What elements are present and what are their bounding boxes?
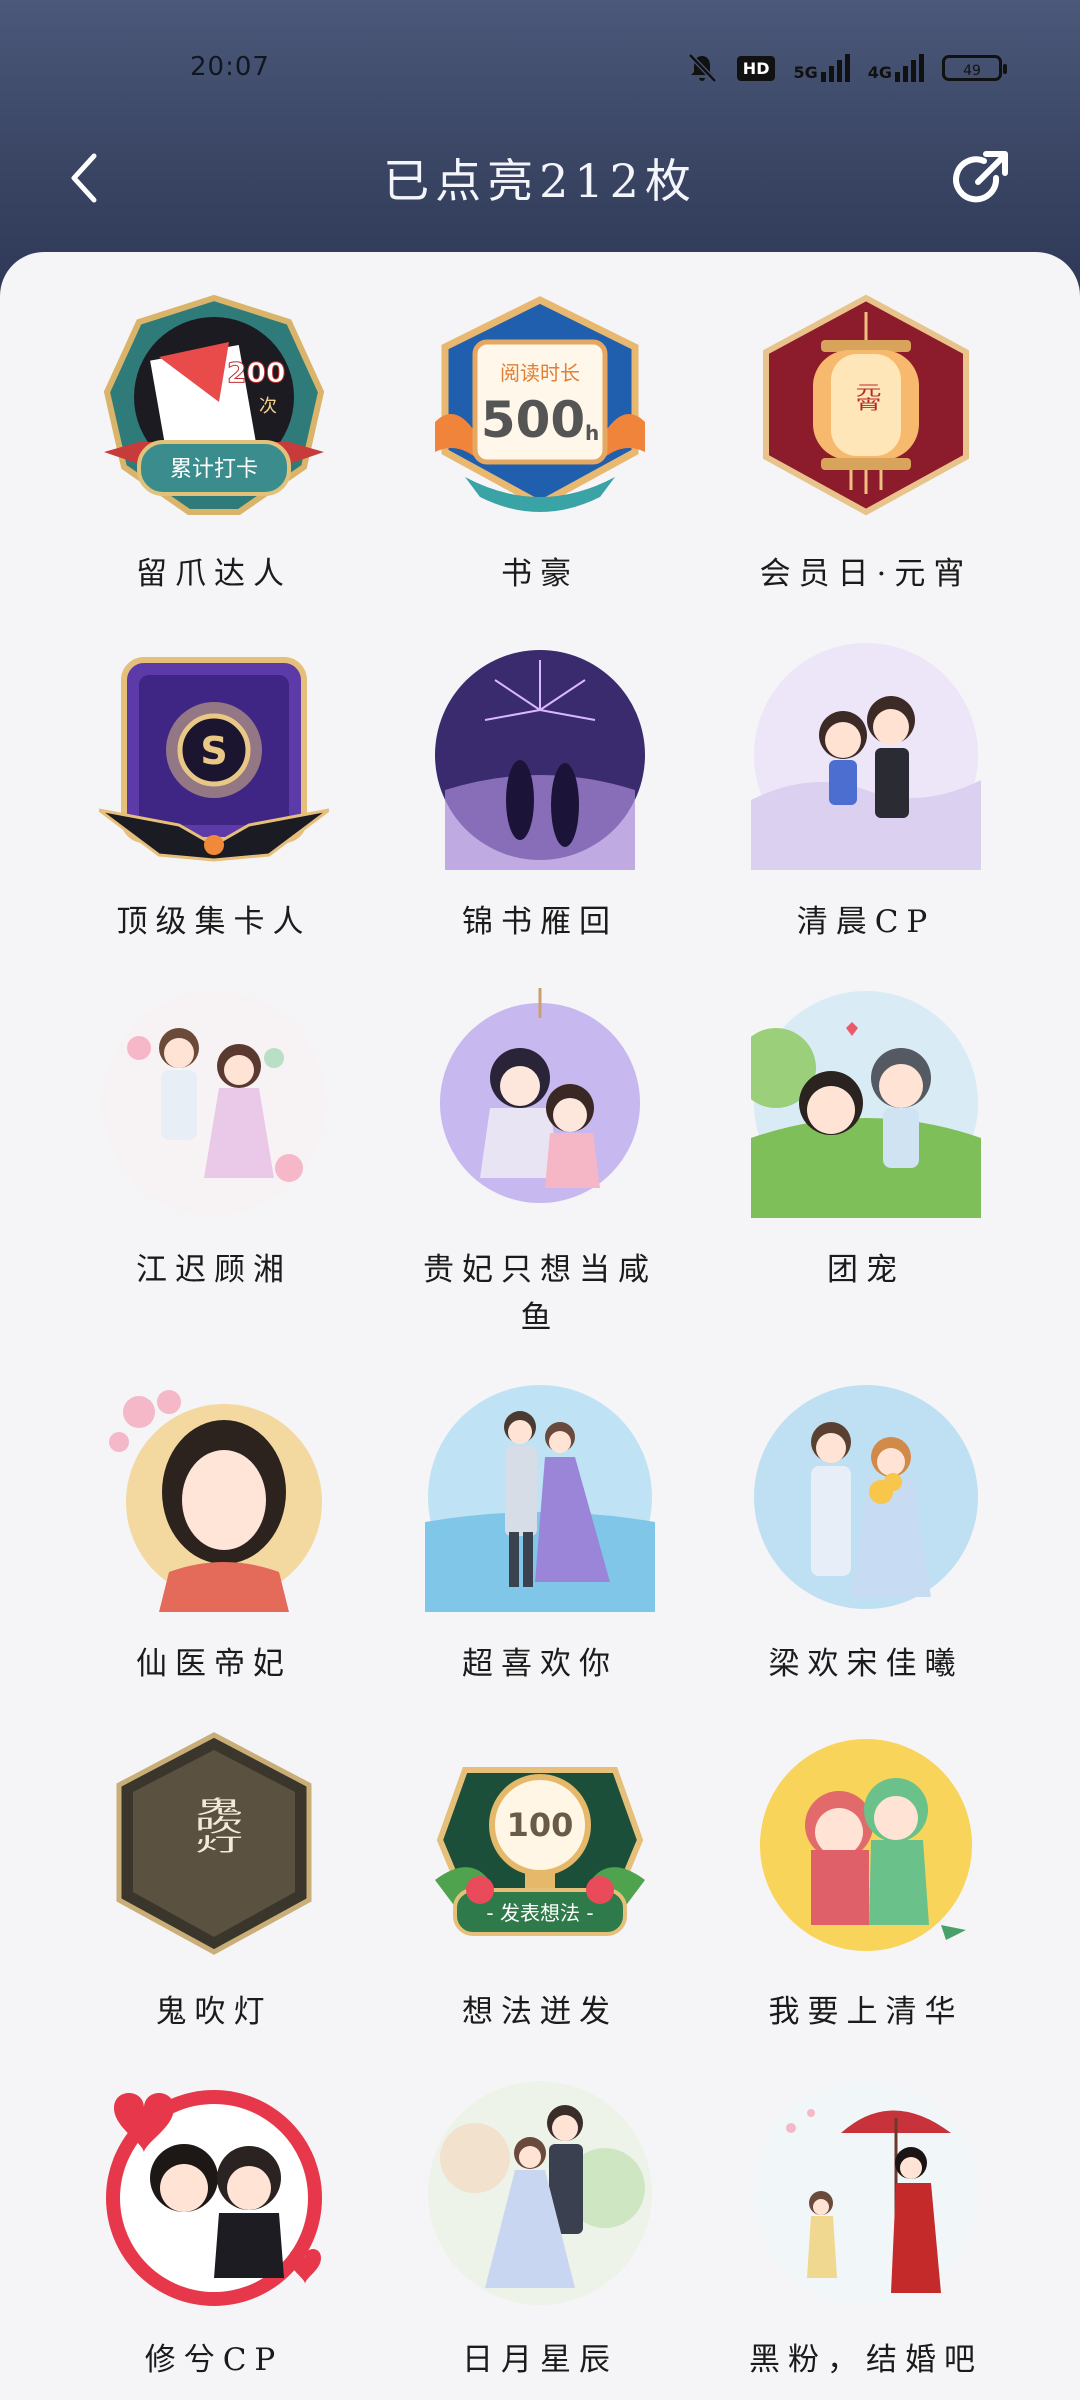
badge-item[interactable]: 日月星辰 (370, 2078, 710, 2384)
badge-name: 留爪达人 (136, 556, 292, 592)
badge-big-text: 鬼吹灯 (186, 1797, 242, 1853)
reading-time-badge-icon: 阅读时长 500 h (435, 296, 645, 512)
badge-item[interactable]: 贵妃只想当咸鱼 (370, 988, 710, 1342)
share-icon[interactable] (948, 148, 1012, 212)
badge-item[interactable]: 修兮CP (44, 2078, 384, 2384)
badge-name: 超喜欢你 (462, 1646, 618, 1682)
badge-item[interactable]: 我要上清华 (696, 1730, 1036, 2036)
chibi-couple-icon (751, 643, 981, 870)
badge-name: 日月星辰 (462, 2342, 618, 2378)
badge-name: 黑粉，结婚吧 (749, 2342, 983, 2378)
badge-panel: 200 次 累计打卡 留爪达人 阅读时长 500 h 书豪 元宵 会员日·元宵 … (0, 252, 1080, 2400)
garden-couple-icon (428, 2081, 652, 2305)
badge-item[interactable]: 阅读时长 500 h 书豪 (370, 292, 710, 598)
badge-name: 想法迸发 (462, 1994, 618, 2030)
badge-name: 梁欢宋佳曦 (768, 1646, 964, 1682)
mute-bell-icon (687, 53, 717, 83)
badge-big-text: 元宵 (851, 383, 881, 411)
badge-name: 书豪 (501, 556, 579, 592)
ancient-lady-portrait-icon (109, 1390, 322, 1612)
badge-item[interactable]: 清晨CP (696, 640, 1036, 946)
card-collector-badge-icon: S (99, 657, 329, 862)
badge-ribbon-text: 累计打卡 (170, 457, 258, 482)
paw-checkin-badge-icon: 200 次 累计打卡 (103, 294, 325, 515)
badge-item[interactable]: 黑粉，结婚吧 (696, 2078, 1036, 2384)
badge-item[interactable]: S 顶级集卡人 (44, 640, 384, 946)
flower-couple-icon (754, 1385, 978, 1609)
badge-item[interactable]: 锦书雁回 (370, 640, 710, 946)
badge-item[interactable]: 仙医帝妃 (44, 1382, 384, 1688)
badge-name: 我要上清华 (768, 1994, 964, 2030)
badge-big-text: 100 (507, 1806, 574, 1844)
badge-big-text: 200 (227, 356, 285, 389)
badge-name: 鬼吹灯 (155, 1994, 273, 2030)
status-icons: HD 5G 4G 49 (685, 50, 1007, 86)
signal-5g-icon: 5G (793, 54, 850, 82)
badge-name: 仙医帝妃 (136, 1646, 292, 1682)
badge-sub-text: 次 (259, 396, 277, 417)
seaside-couple-icon (425, 1385, 655, 1612)
badge-item[interactable]: 元宵 会员日·元宵 (696, 292, 1036, 598)
hd-indicator: HD (736, 55, 776, 81)
couple-illustration-icon (102, 991, 326, 1215)
battery-level: 49 (963, 63, 981, 79)
badge-item[interactable]: 200 次 累计打卡 留爪达人 (44, 292, 384, 598)
badge-ribbon-text: 阅读时长 (500, 361, 580, 385)
ghost-lamp-book-icon: 鬼吹灯 (116, 1732, 312, 1955)
signal-5g-label: 5G (793, 63, 818, 82)
idea-bulb-badge-icon: 100 - 发表想法 - (435, 1767, 645, 1936)
badge-big-text: 500 (481, 391, 585, 449)
badge-sub-text: h (585, 421, 599, 445)
status-bar: 20:07 HD 5G 4G 49 (0, 40, 1080, 90)
badge-item[interactable]: 梁欢宋佳曦 (696, 1382, 1036, 1688)
badge-name: 江迟顾湘 (136, 1252, 292, 1288)
heart-couple-icon (106, 2090, 322, 2306)
badge-item[interactable]: 团宠 (696, 988, 1036, 1294)
ancient-couple-icon (440, 988, 640, 1203)
badge-name: 团宠 (827, 1252, 905, 1288)
badge-item[interactable]: 超喜欢你 (370, 1382, 710, 1688)
lantern-badge-icon: 元宵 (763, 294, 969, 516)
badge-name: 修兮CP (144, 2342, 284, 2378)
battery-icon: 49 (942, 55, 1007, 81)
cat-ear-kids-icon (751, 991, 981, 1218)
badge-item[interactable]: 100 - 发表想法 - 想法迸发 (370, 1730, 710, 2036)
badge-name: 顶级集卡人 (116, 904, 312, 940)
badge-big-text: S (200, 729, 227, 773)
badge-item[interactable]: 鬼吹灯 鬼吹灯 (44, 1730, 384, 2036)
dino-costume-kids-icon (760, 1739, 972, 1951)
signal-4g-label: 4G (867, 63, 892, 82)
status-time: 20:07 (190, 52, 270, 82)
fireworks-couple-icon (435, 650, 645, 870)
badge-item[interactable]: 江迟顾湘 (44, 988, 384, 1294)
page-title: 已点亮212枚 (383, 154, 697, 208)
signal-4g-icon: 4G (868, 54, 924, 82)
badge-ribbon-text: - 发表想法 - (486, 1901, 593, 1925)
badge-name: 清晨CP (796, 904, 936, 940)
badge-name: 锦书雁回 (462, 904, 618, 940)
badge-name: 贵妃只想当咸鱼 (423, 1252, 657, 1336)
badge-name: 会员日·元宵 (759, 556, 973, 592)
umbrella-couple-icon (754, 2081, 978, 2305)
